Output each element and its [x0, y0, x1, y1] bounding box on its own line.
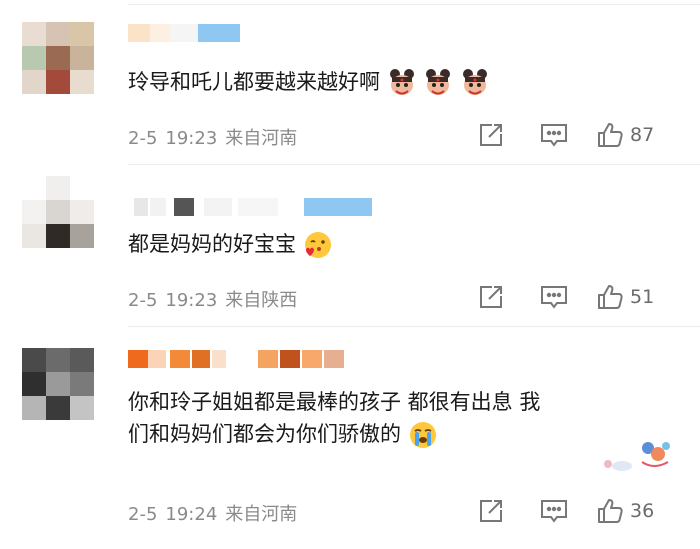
- nezha-emoji: [389, 69, 414, 95]
- like-count: 36: [630, 500, 655, 522]
- comment-text: 你和玲子姐姐都是最棒的孩子 都很有出息 我 们和妈妈们都会为你们骄傲的: [128, 386, 540, 450]
- thumbs-up-icon: [598, 123, 623, 147]
- crying-emoji: [409, 422, 436, 448]
- share-button[interactable]: [478, 496, 504, 526]
- like-count: 51: [630, 286, 655, 308]
- reply-button[interactable]: [540, 496, 568, 526]
- comment-text: 都是妈妈的好宝宝: [128, 228, 333, 260]
- comment-meta: 2-5 19:23 来自陕西: [128, 286, 305, 312]
- username-blurred[interactable]: [128, 24, 248, 42]
- share-icon: [480, 286, 502, 308]
- comment-text: 玲导和吒儿都要越来越好啊: [128, 66, 490, 98]
- divider: [128, 4, 700, 5]
- comment-meta: 2-5 19:24 来自河南: [128, 500, 305, 526]
- share-button[interactable]: [478, 120, 504, 150]
- comment-actions: 87: [478, 120, 678, 150]
- comment-text-content: 都是妈妈的好宝宝: [128, 232, 296, 256]
- thumbs-up-icon: [598, 499, 623, 523]
- comment-location: 来自河南: [225, 128, 298, 149]
- comment-icon: [541, 124, 567, 147]
- comment-date: 2-5: [128, 290, 158, 311]
- comment-actions: 51: [478, 282, 678, 312]
- avatar[interactable]: [22, 22, 94, 94]
- share-icon: [480, 124, 502, 146]
- thumbs-up-icon: [598, 285, 623, 309]
- comment-text-content: 玲导和吒儿都要越来越好啊: [128, 70, 380, 94]
- nezha-emoji: [463, 69, 488, 95]
- divider: [128, 326, 700, 327]
- comment-icon: [541, 286, 567, 309]
- comment-text-line: 们和妈妈们都会为你们骄傲的: [128, 418, 540, 450]
- comment-time: 19:23: [165, 128, 218, 149]
- reply-button[interactable]: [540, 120, 568, 150]
- like-button[interactable]: 51: [596, 282, 654, 312]
- like-count: 87: [630, 124, 655, 146]
- comment-text-line: 你和玲子姐姐都是最棒的孩子 都很有出息 我: [128, 390, 541, 414]
- avatar[interactable]: [22, 348, 94, 420]
- username-blurred[interactable]: [128, 350, 378, 368]
- avatar[interactable]: [22, 176, 94, 248]
- comment-icon: [541, 500, 567, 523]
- reply-button[interactable]: [540, 282, 568, 312]
- divider: [128, 164, 700, 165]
- share-button[interactable]: [478, 282, 504, 312]
- share-icon: [480, 500, 502, 522]
- nezha-emoji: [426, 69, 451, 95]
- comment-time: 19:24: [165, 504, 218, 525]
- comment-date: 2-5: [128, 128, 158, 149]
- comment-meta: 2-5 19:23 来自河南: [128, 124, 305, 150]
- username-blurred[interactable]: [128, 198, 378, 216]
- comment-location: 来自陕西: [225, 290, 298, 311]
- like-button[interactable]: 87: [596, 120, 654, 150]
- sticker-decoration: [604, 442, 670, 471]
- comment-date: 2-5: [128, 504, 158, 525]
- like-button[interactable]: 36: [596, 496, 654, 526]
- heart-kiss-emoji: [304, 232, 331, 258]
- comment-time: 19:23: [165, 290, 218, 311]
- comment-location: 来自河南: [225, 504, 298, 525]
- comment-text-content: 们和妈妈们都会为你们骄傲的: [128, 422, 401, 446]
- comment-actions: 36: [478, 496, 678, 526]
